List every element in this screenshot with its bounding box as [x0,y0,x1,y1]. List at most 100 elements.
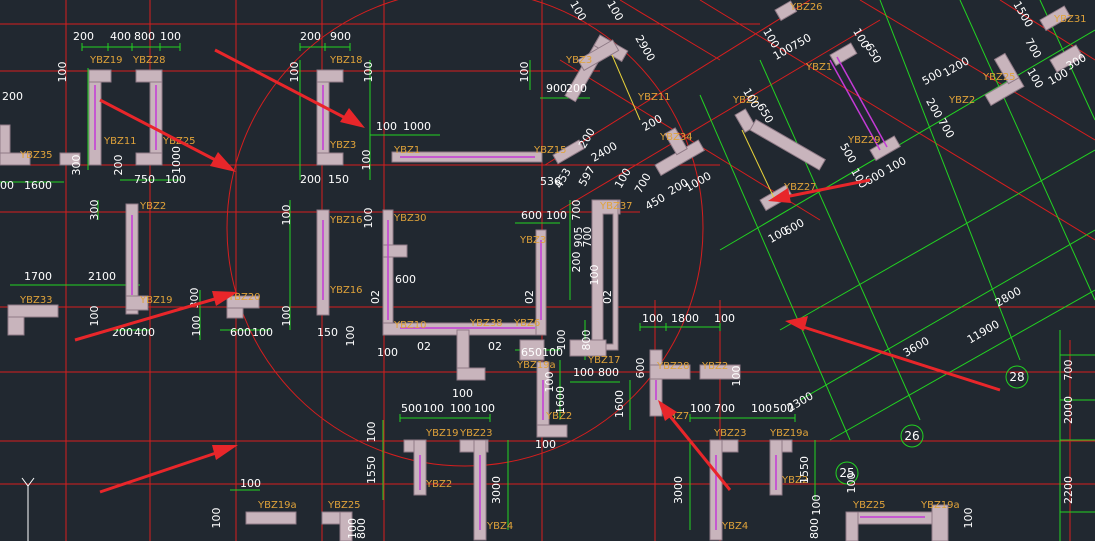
component-label: YBZ25 [327,500,361,511]
dimension-text: 1550 [798,456,811,484]
dimension-text: 800 [134,30,155,43]
dimension-text: 100 [518,62,531,83]
component-label: YBZ16 [329,285,363,296]
dimension-text: 1700 [24,270,52,283]
dimension-text: 100 [542,346,563,359]
dimension-text: 1550 [365,456,378,484]
component-label: YBZ1 [805,62,832,73]
dimension-text: 600 [230,326,251,339]
dimension-text: 300 [70,155,83,176]
dimension-text: 200 [73,30,94,43]
dimension-text: 02 [417,340,431,353]
dimension-text: 1600 [24,179,52,192]
dimension-text: 100 [810,495,823,516]
dimension-text: 100 [642,312,663,325]
component-label: YBZ1 [393,145,420,156]
component-label: YBZ2 [139,201,166,212]
dimension-text: 600 [634,358,647,379]
dimension-text: 3000 [490,476,503,504]
component-label: YBZ18 [329,55,363,66]
dimension-text: 100 [365,422,378,443]
dimension-text: 300 [88,200,101,221]
dimension-text: 100 [346,518,359,539]
dimension-text: 100 [377,346,398,359]
component-label: YBZ30 [393,213,427,224]
component-label: YBZ3 [519,235,546,246]
component-label: YBZ11 [103,136,137,147]
dimension-text: 100 [288,62,301,83]
dimension-text: 200 [566,82,587,95]
dimension-text: 600 [521,209,542,222]
dimension-text: 100 [423,402,444,415]
dimension-text: 2000 [1062,396,1075,424]
dimension-text: 150 [317,326,338,339]
component-label: YBZ15 [533,145,567,156]
dimension-text: 00 [0,179,14,192]
dimension-text: 02 [488,340,502,353]
dimension-text: 1600 [613,390,626,418]
dimension-text: 02 [369,290,382,304]
component-label: YBZ19 [139,295,173,306]
dimension-text: 200 [112,155,125,176]
dimension-text: 700 [570,200,583,221]
dimension-text: 100 [344,326,357,347]
dimension-text: 100 [190,316,203,337]
dimension-text: 100 [450,402,471,415]
dimension-text: 500 [401,402,422,415]
dimension-text: 100 [360,150,373,171]
component-label: YBZ19 [89,55,123,66]
dimension-text: 700 [1062,360,1075,381]
component-label: YBZ37 [599,201,633,212]
component-label: YBZ19 [425,428,459,439]
dimension-text: 100 [573,366,594,379]
dimension-text: 650 [521,346,542,359]
component-label: YBZ35 [19,150,53,161]
cad-canvas[interactable]: 282625 YBZ19YBZ28YBZ11YBZ25YBZ35YBZ2YBZ1… [0,0,1095,541]
component-label: YBZ19a [769,428,809,439]
cad-drawing-viewport[interactable]: 282625 YBZ19YBZ28YBZ11YBZ25YBZ35YBZ2YBZ1… [0,0,1095,541]
dimension-text: 800 [808,518,821,539]
dimension-text: 100 [690,402,711,415]
component-label: YBZ6 [513,318,540,329]
component-label: YBZ11 [637,92,671,103]
dimension-text: 750 [134,173,155,186]
dimension-text: 100 [362,62,375,83]
component-label: YBZ38 [469,318,503,329]
component-label: YBZ2 [425,479,452,490]
component-label: YBZ19a [516,360,556,371]
dimension-text: 100 [588,265,601,286]
dimension-text: 400 [110,30,131,43]
component-label: YBZ3 [565,55,592,66]
component-label: YBZ29 [847,135,881,146]
dimension-text: 900 [330,30,351,43]
dimension-text: 700 [581,227,594,248]
component-label: YBZ2 [948,95,975,106]
component-label: YBZ23 [713,428,747,439]
dimension-text: 2100 [88,270,116,283]
component-label: YBZ17 [587,355,621,366]
dimension-text: 200 [300,30,321,43]
dimension-text: 100 [210,508,223,529]
dimension-text: 100 [452,387,473,400]
dimension-text: 100 [252,326,273,339]
dimension-text: 100 [280,306,293,327]
dimension-text: 100 [546,209,567,222]
dimension-text: 100 [376,120,397,133]
dimension-text: 100 [56,62,69,83]
dimension-text: 900 [546,82,567,95]
component-label: YBZ4 [486,521,513,532]
dimension-text: 200 [300,173,321,186]
dimension-text: 100 [280,205,293,226]
component-label: YBZ3 [329,140,356,151]
component-label: YBZ19a [920,500,960,511]
dimension-text: 1000 [170,146,183,174]
component-label: YBZ33 [19,295,53,306]
component-label: YBZ28 [656,361,690,372]
component-label: YBZ26 [789,2,823,13]
component-label: YBZ25 [852,500,886,511]
dimension-text: 100 [88,306,101,327]
dimension-text: 200 [570,252,583,273]
component-label: YBZ23 [459,428,493,439]
dimension-text: 100 [165,173,186,186]
dimension-text: 150 [328,173,349,186]
